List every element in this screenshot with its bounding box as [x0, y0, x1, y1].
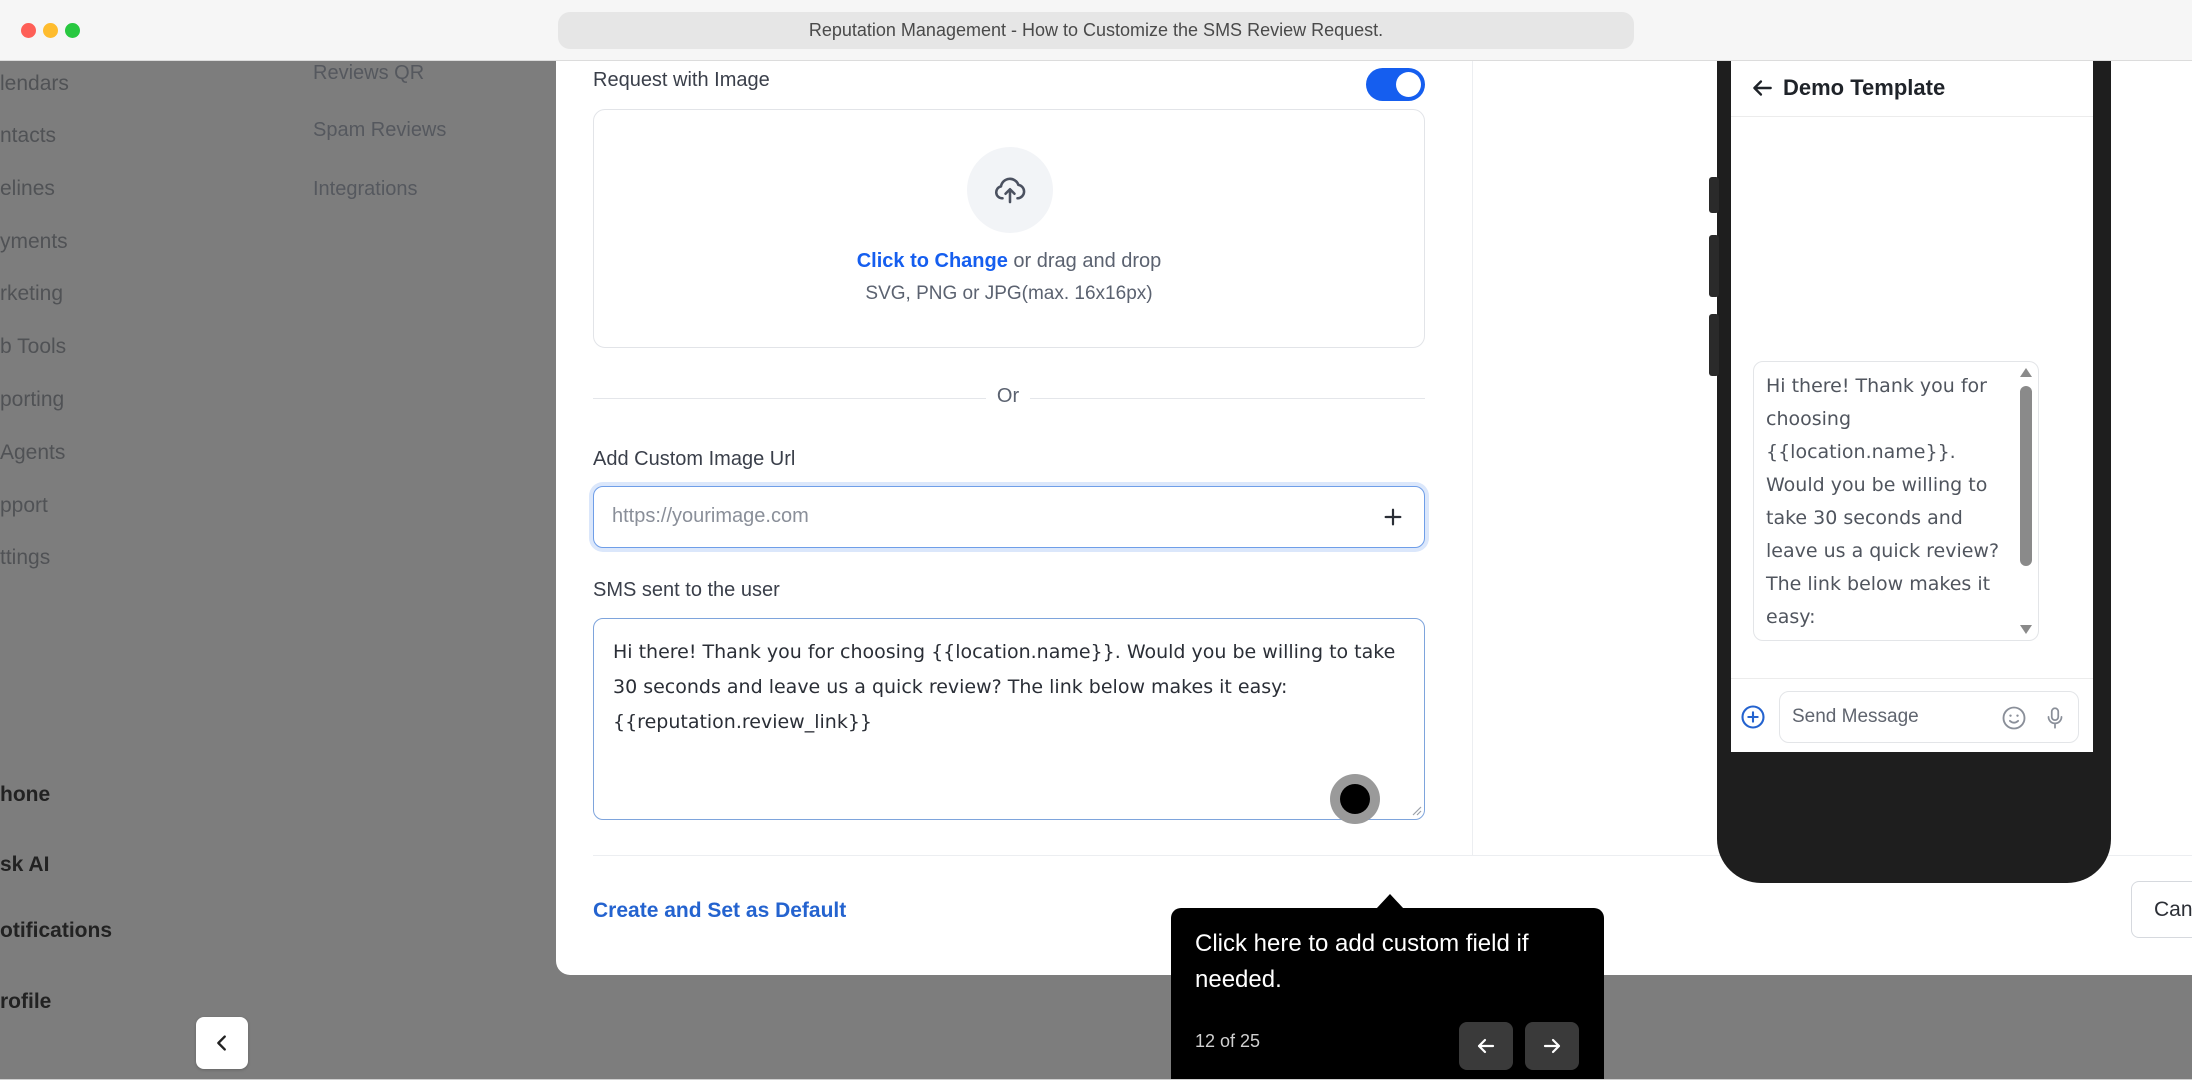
scroll-down-arrow[interactable] — [2020, 625, 2032, 634]
phone-header: Demo Template — [1731, 61, 2093, 117]
sms-message-label: SMS sent to the user — [593, 579, 780, 601]
sidebar-item-web-tools[interactable]: b Tools — [0, 335, 66, 359]
or-divider-label: Or — [986, 385, 1030, 408]
resize-grip-icon[interactable] — [1412, 806, 1422, 816]
emoji-icon[interactable] — [2000, 704, 2028, 732]
add-custom-field-button[interactable] — [1330, 774, 1380, 824]
request-with-image-label: Request with Image — [593, 69, 770, 91]
cancel-button[interactable]: Can — [2131, 881, 2192, 938]
phone-screen: Demo Template Hi there! Thank you for ch… — [1731, 61, 2093, 752]
sidebar-item-notifications[interactable]: otifications — [0, 919, 112, 943]
sms-message-text[interactable]: Hi there! Thank you for choosing {{locat… — [613, 635, 1403, 740]
send-message-input[interactable]: Send Message — [1779, 691, 2079, 743]
sms-preview-bubble: Hi there! Thank you for choosing {{locat… — [1753, 361, 2039, 641]
custom-image-url-label: Add Custom Image Url — [593, 448, 796, 470]
tour-step-counter: 12 of 25 — [1195, 1031, 1261, 1051]
window-title[interactable]: Reputation Management - How to Customize… — [558, 12, 1634, 49]
sidebar-item-support[interactable]: pport — [0, 494, 48, 518]
app-content: lendars ntacts elines yments rketing b T… — [0, 61, 2192, 1080]
sidebar-item-contacts[interactable]: ntacts — [0, 124, 56, 148]
dropzone-instructions: Click to Change or drag and drop — [594, 250, 1424, 273]
preview-separator — [1472, 61, 1473, 855]
zoom-window-button[interactable] — [65, 23, 80, 38]
phone-side-button — [1709, 177, 1719, 213]
add-attachment-icon[interactable] — [1739, 703, 1767, 731]
sidebar-item-phone[interactable]: hone — [0, 783, 50, 807]
close-window-button[interactable] — [21, 23, 36, 38]
phone-preview: Demo Template Hi there! Thank you for ch… — [1709, 61, 2111, 883]
arrow-left-icon[interactable] — [1749, 75, 1775, 101]
subnav-item-spam-reviews[interactable]: Spam Reviews — [313, 119, 446, 142]
sms-message-textarea[interactable]: Hi there! Thank you for choosing {{locat… — [593, 618, 1425, 820]
tour-next-button[interactable] — [1525, 1022, 1579, 1070]
minimize-window-button[interactable] — [43, 23, 58, 38]
arrow-left-icon — [1477, 1038, 1495, 1054]
sidebar-item-pipelines[interactable]: elines — [0, 177, 55, 201]
sms-review-request-modal: Request with Image Click to Change or dr… — [556, 61, 2192, 975]
cloud-upload-icon — [994, 177, 1026, 204]
plus-icon — [1384, 508, 1402, 526]
window-titlebar: Reputation Management - How to Customize… — [0, 0, 2192, 61]
tour-tooltip: Click here to add custom field if needed… — [1171, 908, 1604, 1080]
request-with-image-toggle[interactable] — [1366, 68, 1425, 101]
scroll-up-arrow[interactable] — [2020, 368, 2032, 377]
custom-field-icon — [1340, 784, 1370, 814]
sidebar-item-marketing[interactable]: rketing — [0, 282, 63, 306]
sidebar-item-settings[interactable]: ttings — [0, 546, 50, 570]
sms-preview-text: Hi there! Thank you for choosing {{locat… — [1766, 375, 2000, 628]
sidebar-item-reporting[interactable]: porting — [0, 388, 64, 412]
custom-image-url-field — [593, 486, 1425, 548]
custom-image-url-input[interactable] — [612, 487, 1352, 546]
microphone-icon[interactable] — [2042, 704, 2068, 732]
click-to-change-link[interactable]: Click to Change — [857, 250, 1008, 272]
dropzone-file-hint: SVG, PNG or JPG(max. 16x16px) — [865, 283, 1153, 304]
create-and-set-default-button[interactable]: Create and Set as Default — [593, 899, 846, 923]
add-custom-url-button[interactable] — [1380, 504, 1406, 530]
bubble-scrollbar[interactable] — [2020, 386, 2032, 566]
subnav-item-reviews-qr[interactable]: Reviews QR — [313, 62, 424, 85]
image-dropzone[interactable]: Click to Change or drag and drop SVG, PN… — [593, 109, 1425, 348]
sidebar-item-calendars[interactable]: lendars — [0, 72, 69, 96]
preview-template-title: Demo Template — [1783, 75, 1946, 100]
upload-icon-wrapper — [967, 147, 1053, 233]
sidebar-item-payments[interactable]: yments — [0, 230, 68, 254]
sidebar-item-profile[interactable]: rofile — [0, 990, 51, 1014]
tooltip-pointer — [1376, 894, 1404, 909]
message-composer: Send Message — [1731, 678, 2093, 752]
sidebar-item-ask-ai[interactable]: sk AI — [0, 853, 49, 877]
collapse-sidebar-button[interactable] — [196, 1017, 248, 1069]
tour-previous-button[interactable] — [1459, 1022, 1513, 1070]
subnav-item-integrations[interactable]: Integrations — [313, 178, 418, 201]
drag-drop-text: or drag and drop — [1007, 250, 1162, 272]
phone-side-button — [1709, 235, 1719, 297]
tour-tooltip-text: Click here to add custom field if needed… — [1195, 930, 1529, 993]
arrow-right-icon — [1543, 1038, 1561, 1054]
phone-side-button — [1709, 314, 1719, 376]
toggle-knob — [1396, 72, 1421, 97]
send-message-placeholder: Send Message — [1792, 706, 1919, 727]
sidebar-item-ai-agents[interactable]: Agents — [0, 441, 65, 465]
chevron-left-icon — [217, 1035, 226, 1051]
